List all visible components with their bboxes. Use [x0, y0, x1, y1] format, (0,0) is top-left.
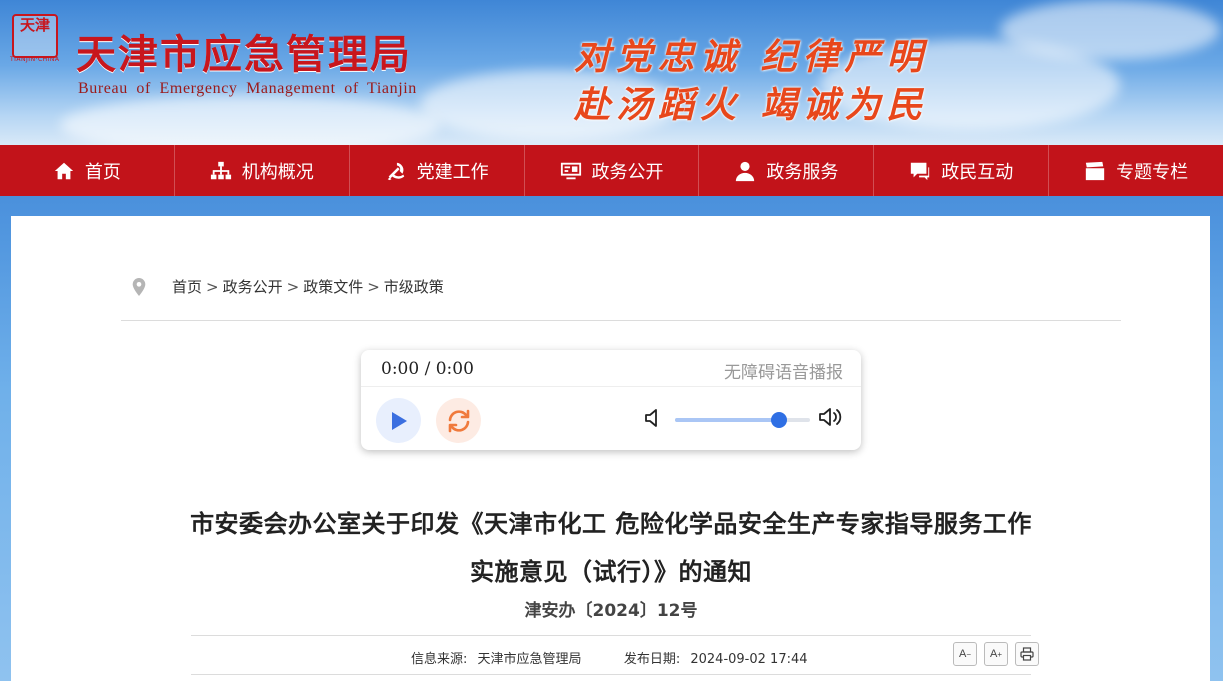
- nav-item-label: 党建工作: [416, 161, 489, 183]
- breadcrumb-separator: >: [206, 278, 219, 296]
- player-divider: [361, 386, 861, 387]
- font-larger-button[interactable]: A +: [984, 642, 1008, 666]
- breadcrumb-policy[interactable]: 政策文件: [303, 278, 363, 296]
- monitor-icon: [560, 160, 582, 182]
- article-title-line-2: 实施意见（试行）》的通知: [470, 558, 752, 586]
- cloud-decoration: [1000, 0, 1220, 60]
- article-meta: 信息来源: 天津市应急管理局 发布日期: 2024-09-02 17:44 A −…: [191, 635, 1039, 675]
- nav-item-interaction[interactable]: 政民互动: [874, 145, 1050, 196]
- clapperboard-icon: [1084, 160, 1106, 182]
- player-label: 无障碍语音播报: [724, 363, 843, 383]
- main-nav: 首页 机构概况 党建工作 政务公开 政务服务 政民互动 专题专栏: [0, 145, 1223, 196]
- font-smaller-button[interactable]: A −: [953, 642, 977, 666]
- breadcrumb-separator: >: [367, 278, 380, 296]
- date-value: 2024-09-02 17:44: [690, 652, 808, 667]
- chat-icon: [909, 160, 931, 182]
- document-number: 津安办〔2024〕12号: [524, 601, 698, 621]
- audio-player: 0:00 / 0:00 无障碍语音播报: [361, 350, 861, 450]
- volume-slider[interactable]: [675, 412, 810, 428]
- nav-item-label: 政民互动: [941, 161, 1014, 183]
- article-title: 市安委会办公室关于印发《天津市化工 危险化学品安全生产专家指导服务工作 实施意见…: [161, 500, 1061, 596]
- user-icon: [734, 160, 756, 182]
- minus-icon: −: [966, 649, 971, 659]
- font-smaller-label: A: [958, 648, 967, 660]
- replay-icon: [448, 409, 469, 432]
- plus-icon: +: [997, 649, 1002, 659]
- breadcrumb-home[interactable]: 首页: [172, 278, 202, 296]
- date-label: 发布日期:: [623, 652, 681, 667]
- nav-item-label: 机构概况: [241, 161, 314, 183]
- logo-caption: TIANJIN·CHINA: [10, 56, 60, 63]
- nav-item-label: 首页: [84, 161, 121, 183]
- player-time: 0:00 / 0:00: [381, 359, 474, 379]
- slogan-line-2: 赴汤蹈火 竭诚为民: [574, 84, 929, 126]
- nav-item-org[interactable]: 机构概况: [175, 145, 350, 196]
- article-card: 首页 > 政务公开 > 政策文件 > 市级政策 0:00 / 0:00 无障碍语音播报: [11, 216, 1210, 681]
- org-chart-icon: [210, 160, 232, 182]
- print-button[interactable]: [1015, 642, 1039, 666]
- nav-item-label: 专题专栏: [1116, 161, 1189, 183]
- cloud-decoration: [60, 95, 440, 145]
- breadcrumb-city-policy[interactable]: 市级政策: [384, 278, 444, 296]
- volume-slider-fill: [675, 418, 779, 422]
- site-logo[interactable]: 天津: [12, 14, 58, 58]
- print-icon: [1020, 647, 1034, 661]
- nav-item-public[interactable]: 政务公开: [525, 145, 700, 196]
- breadcrumb-public[interactable]: 政务公开: [223, 278, 283, 296]
- nav-item-label: 政务公开: [591, 161, 664, 183]
- source-value: 天津市应急管理局: [477, 652, 582, 667]
- location-pin-icon: [132, 278, 146, 296]
- source-label: 信息来源:: [411, 652, 468, 667]
- article-title-line-1: 市安委会办公室关于印发《天津市化工 危险化学品安全生产专家指导服务工作: [190, 510, 1032, 538]
- play-button[interactable]: [376, 398, 421, 443]
- site-title-en: Bureau of Emergency Management of Tianji…: [78, 80, 417, 97]
- volume-slider-knob[interactable]: [770, 412, 787, 428]
- home-icon: [53, 160, 75, 182]
- nav-item-topics[interactable]: 专题专栏: [1049, 145, 1223, 196]
- font-larger-label: A: [989, 648, 998, 660]
- nav-item-party[interactable]: 党建工作: [350, 145, 525, 196]
- volume-mute-icon[interactable]: [644, 408, 662, 428]
- nav-item-home[interactable]: 首页: [0, 145, 175, 196]
- nav-item-label: 政务服务: [766, 161, 839, 183]
- site-title[interactable]: 天津市应急管理局: [76, 22, 412, 80]
- slogan-line-1: 对党忠诚 纪律严明: [574, 36, 929, 78]
- party-emblem-icon: [385, 160, 407, 182]
- site-header: 天津 TIANJIN·CHINA 天津市应急管理局 Bureau of Emer…: [0, 0, 1223, 145]
- time-separator: /: [424, 359, 431, 379]
- breadcrumb: 首页 > 政务公开 > 政策文件 > 市级政策: [121, 276, 1121, 321]
- play-icon: [391, 411, 407, 430]
- nav-item-service[interactable]: 政务服务: [699, 145, 875, 196]
- replay-button[interactable]: [436, 398, 481, 443]
- time-total: 0:00: [435, 359, 474, 379]
- breadcrumb-separator: >: [286, 278, 300, 296]
- volume-high-icon[interactable]: [818, 406, 844, 428]
- time-current: 0:00: [381, 359, 420, 379]
